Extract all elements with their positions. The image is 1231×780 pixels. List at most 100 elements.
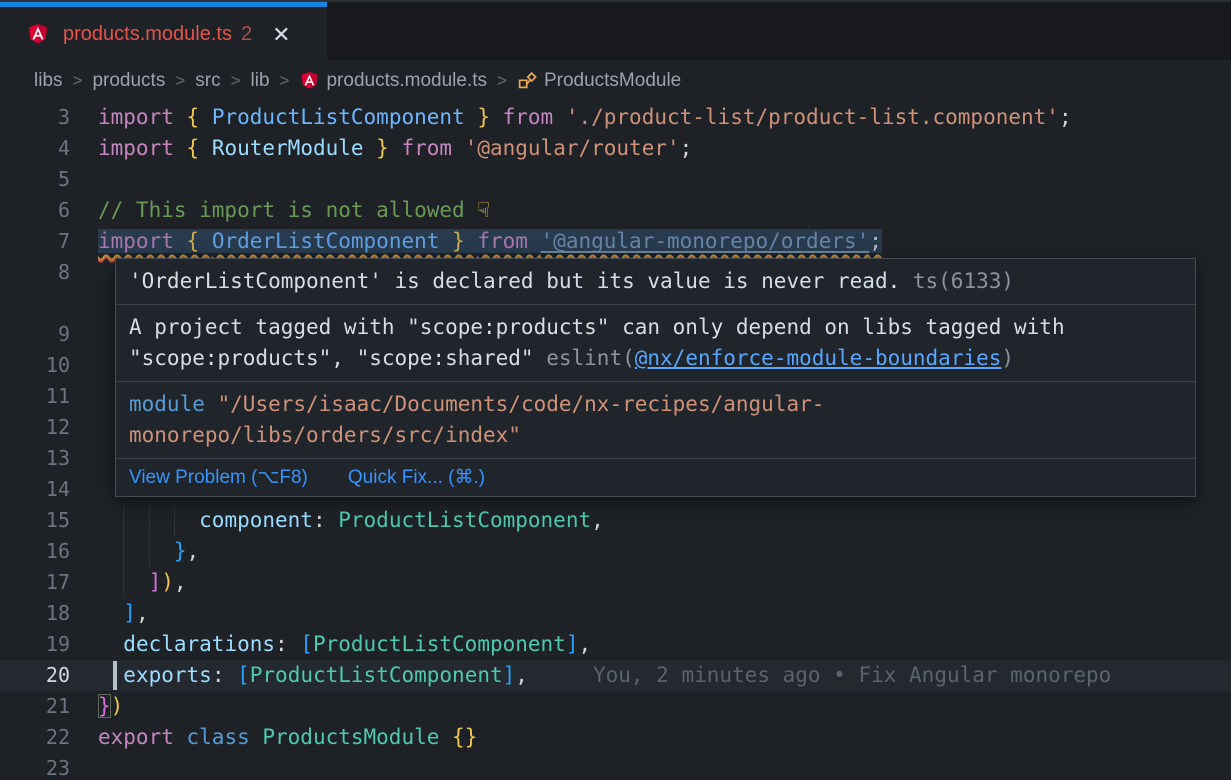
- code-token: '@angular/router': [465, 136, 680, 160]
- code-line-3[interactable]: 3 import { ProductListComponent } from '.…: [0, 102, 1231, 133]
- line-number: 5: [0, 164, 70, 195]
- code-line-19[interactable]: 19 declarations: [ProductListComponent],: [0, 629, 1231, 660]
- code-line-content: },: [98, 536, 199, 567]
- code-line-16[interactable]: 16 },: [0, 536, 1231, 567]
- code-token: ]: [123, 601, 136, 625]
- code-line-content: exports: [ProductListComponent],You, 2 m…: [98, 660, 1111, 691]
- code-token: }: [439, 229, 477, 253]
- code-line-content: ],: [98, 598, 149, 629]
- angular-icon: [26, 23, 50, 47]
- code-token: [439, 725, 452, 749]
- code-token: ,: [515, 663, 528, 687]
- line-number: 17: [0, 567, 70, 598]
- line-number: 3: [0, 102, 70, 133]
- code-token: // This import is not allowed: [98, 198, 477, 222]
- code-line-content: import { RouterModule } from '@angular/r…: [98, 133, 692, 164]
- breadcrumb-item-libs[interactable]: libs: [34, 70, 63, 92]
- hover-message-text: ): [1001, 346, 1014, 370]
- code-token: }: [364, 136, 402, 160]
- close-icon[interactable]: ✕: [272, 24, 290, 46]
- code-line-15[interactable]: 15 component: ProductListComponent,: [0, 505, 1231, 536]
- code-token: ,: [136, 601, 149, 625]
- code-token: ProductsModule: [262, 725, 439, 749]
- code-line-content: ]),: [98, 567, 187, 598]
- tab-products-module[interactable]: products.module.ts 2 ✕: [0, 2, 327, 62]
- code-token: ;: [1059, 105, 1072, 129]
- hover-status-bar: View Problem (⌥F8) Quick Fix... (⌘.): [116, 459, 1195, 496]
- eslint-diagnostic: A project tagged with "scope:products" c…: [116, 305, 1195, 382]
- code-token: [98, 539, 174, 563]
- code-token: ]: [503, 663, 516, 687]
- git-blame-annotation: You, 2 minutes ago • Fix Angular monorep…: [593, 663, 1111, 687]
- code-token: '@angular-monorepo/orders': [541, 229, 870, 253]
- line-number: 19: [0, 629, 70, 660]
- code-line-20[interactable]: 20 exports: [ProductListComponent],You, …: [0, 660, 1231, 691]
- line-number: 13: [0, 443, 70, 474]
- code-line-17[interactable]: 17 ]),: [0, 567, 1231, 598]
- code-token: from: [401, 136, 464, 160]
- code-token: }: [98, 694, 111, 718]
- line-number: 8: [0, 257, 70, 288]
- breadcrumb-item-products[interactable]: products: [92, 70, 165, 92]
- code-token: ☟: [477, 198, 490, 222]
- breadcrumb-item-products-module-ts[interactable]: products.module.ts: [326, 70, 487, 92]
- code-line-4[interactable]: 4 import { RouterModule } from '@angular/…: [0, 133, 1231, 164]
- code-token: [98, 570, 149, 594]
- code-token: component: [199, 508, 313, 532]
- code-line-7[interactable]: 7 import { OrderListComponent } from '@an…: [0, 226, 1231, 257]
- module-path: module "/Users/isaac/Documents/code/nx-r…: [116, 382, 1195, 459]
- code-line-content: component: ProductListComponent,: [98, 505, 604, 536]
- hover-popup: 'OrderListComponent' is declared but its…: [115, 258, 1196, 497]
- chevron-icon: >: [175, 71, 185, 91]
- code-token: export: [98, 725, 187, 749]
- code-token: './product-list/product-list.component': [566, 105, 1059, 129]
- code-line-21[interactable]: 21}): [0, 691, 1231, 722]
- hover-message-text: module: [129, 392, 218, 416]
- code-line-22[interactable]: 22export class ProductsModule {}: [0, 722, 1231, 753]
- error-squiggle: import { OrderListComponent } from '@ang…: [98, 229, 882, 253]
- code-token: ,: [174, 570, 187, 594]
- code-token: }: [465, 105, 503, 129]
- code-token: ,: [579, 632, 592, 656]
- code-token: [98, 508, 199, 532]
- code-token: RouterModule: [212, 136, 364, 160]
- code-token: import: [98, 229, 187, 253]
- code-token: [: [237, 663, 250, 687]
- code-token: ;: [869, 229, 882, 253]
- code-line-23[interactable]: 23: [0, 753, 1231, 780]
- tab-bar: products.module.ts 2 ✕: [0, 0, 1231, 60]
- code-token: ]: [149, 570, 162, 594]
- line-number: 4: [0, 133, 70, 164]
- tab-problem-badge: 2: [241, 23, 252, 46]
- code-token: ProductListComponent: [313, 632, 566, 656]
- code-line-5[interactable]: 5: [0, 164, 1231, 195]
- hover-message-text: "scope:products", "scope:shared": [129, 346, 546, 370]
- code-token: ProductListComponent: [250, 663, 503, 687]
- code-line-18[interactable]: 18 ],: [0, 598, 1231, 629]
- view-problem-button[interactable]: View Problem (⌥F8): [129, 466, 308, 489]
- code-token: import: [98, 105, 187, 129]
- code-token: class: [187, 725, 263, 749]
- code-line-content: }): [98, 691, 123, 722]
- code-token: [: [300, 632, 313, 656]
- line-number: 9: [0, 319, 70, 350]
- line-number: 12: [0, 412, 70, 443]
- quick-fix-button[interactable]: Quick Fix... (⌘.): [348, 466, 485, 489]
- code-line-6[interactable]: 6// This import is not allowed ☟: [0, 195, 1231, 226]
- line-number: 23: [0, 753, 70, 780]
- code-token: from: [477, 229, 540, 253]
- breadcrumb-item-lib[interactable]: lib: [251, 70, 270, 92]
- hover-message-text: eslint(: [546, 346, 635, 370]
- code-token: declarations: [123, 632, 275, 656]
- code-token: ,: [591, 508, 604, 532]
- line-number: 7: [0, 226, 70, 257]
- code-line-content: import { ProductListComponent } from './…: [98, 102, 1072, 133]
- breadcrumb-item-src[interactable]: src: [195, 70, 220, 92]
- breadcrumb-item-productsmodule[interactable]: ProductsModule: [544, 70, 681, 92]
- code-token: ): [111, 694, 124, 718]
- code-token: :: [313, 508, 338, 532]
- eslint-rule-link[interactable]: @nx/enforce-module-boundaries: [635, 346, 1002, 370]
- hover-message-text: monorepo/libs/orders/src/index": [129, 423, 521, 447]
- angular-icon: [299, 71, 320, 92]
- code-line-content: export class ProductsModule {}: [98, 722, 477, 753]
